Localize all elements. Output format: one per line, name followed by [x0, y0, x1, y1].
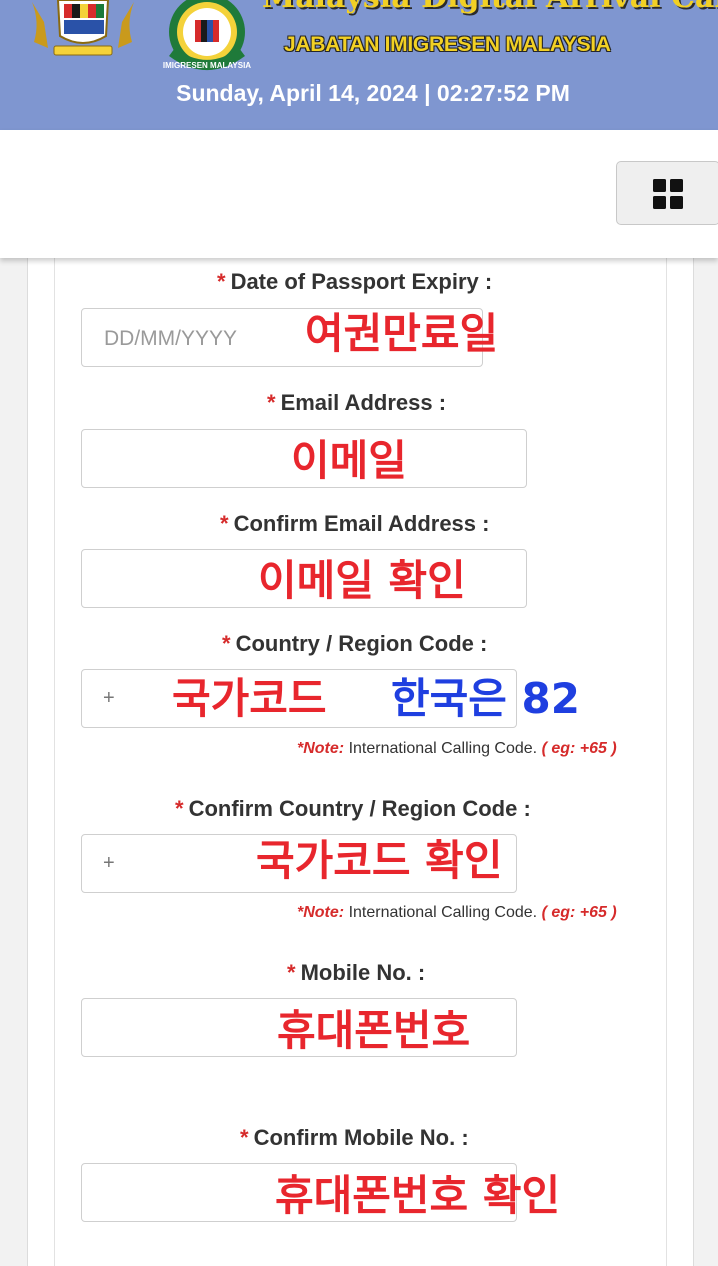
annotation-email: 이메일	[291, 436, 407, 485]
navbar	[0, 130, 718, 258]
site-header: IMIGRESEN MALAYSIA Malaysia Digital Arri…	[0, 0, 718, 130]
site-title: Malaysia Digital Arrival Card	[262, 0, 718, 15]
annotation-mobile: 휴대폰번호	[277, 1006, 471, 1055]
email-label: * Email Address :	[267, 390, 447, 415]
annotation-passport-expiry: 여권만료일	[305, 309, 499, 358]
confirm-country-code-label: * Confirm Country / Region Code :	[175, 796, 531, 821]
confirm-country-code-note: *Note: International Calling Code. ( eg:…	[297, 904, 617, 921]
passport-expiry-placeholder: DD/MM/YYYY	[104, 327, 238, 350]
confirm-email-label: * Confirm Email Address :	[220, 511, 490, 536]
coat-of-arms-logo	[32, 0, 134, 56]
annotation-confirm-mobile: 휴대폰번호 확인	[275, 1171, 561, 1220]
mobile-label: * Mobile No. :	[287, 960, 426, 985]
department-name: JABATAN IMIGRESEN MALAYSIA	[284, 33, 611, 56]
annotation-confirm-email: 이메일 확인	[258, 556, 466, 605]
passport-expiry-label: * Date of Passport Expiry :	[217, 269, 493, 294]
required-marker: *	[217, 269, 226, 294]
svg-text:IMIGRESEN MALAYSIA: IMIGRESEN MALAYSIA	[163, 61, 251, 70]
confirm-mobile-label: * Confirm Mobile No. :	[240, 1125, 469, 1150]
confirm-country-code-prefix: +	[103, 852, 115, 874]
country-code-note: *Note: International Calling Code. ( eg:…	[297, 740, 617, 757]
country-code-prefix: +	[103, 687, 115, 709]
annotation-korea-code: 한국은 82	[391, 674, 580, 723]
immigration-emblem-logo: IMIGRESEN MALAYSIA	[163, 0, 251, 70]
annotation-confirm-country-code: 국가코드 확인	[256, 836, 503, 885]
menu-toggle-button[interactable]	[616, 161, 718, 225]
grid-menu-icon	[653, 179, 683, 209]
current-datetime: Sunday, April 14, 2024 | 02:27:52 PM	[176, 80, 570, 106]
country-code-label: * Country / Region Code :	[222, 631, 488, 656]
annotation-country-code: 국가코드	[172, 674, 327, 723]
